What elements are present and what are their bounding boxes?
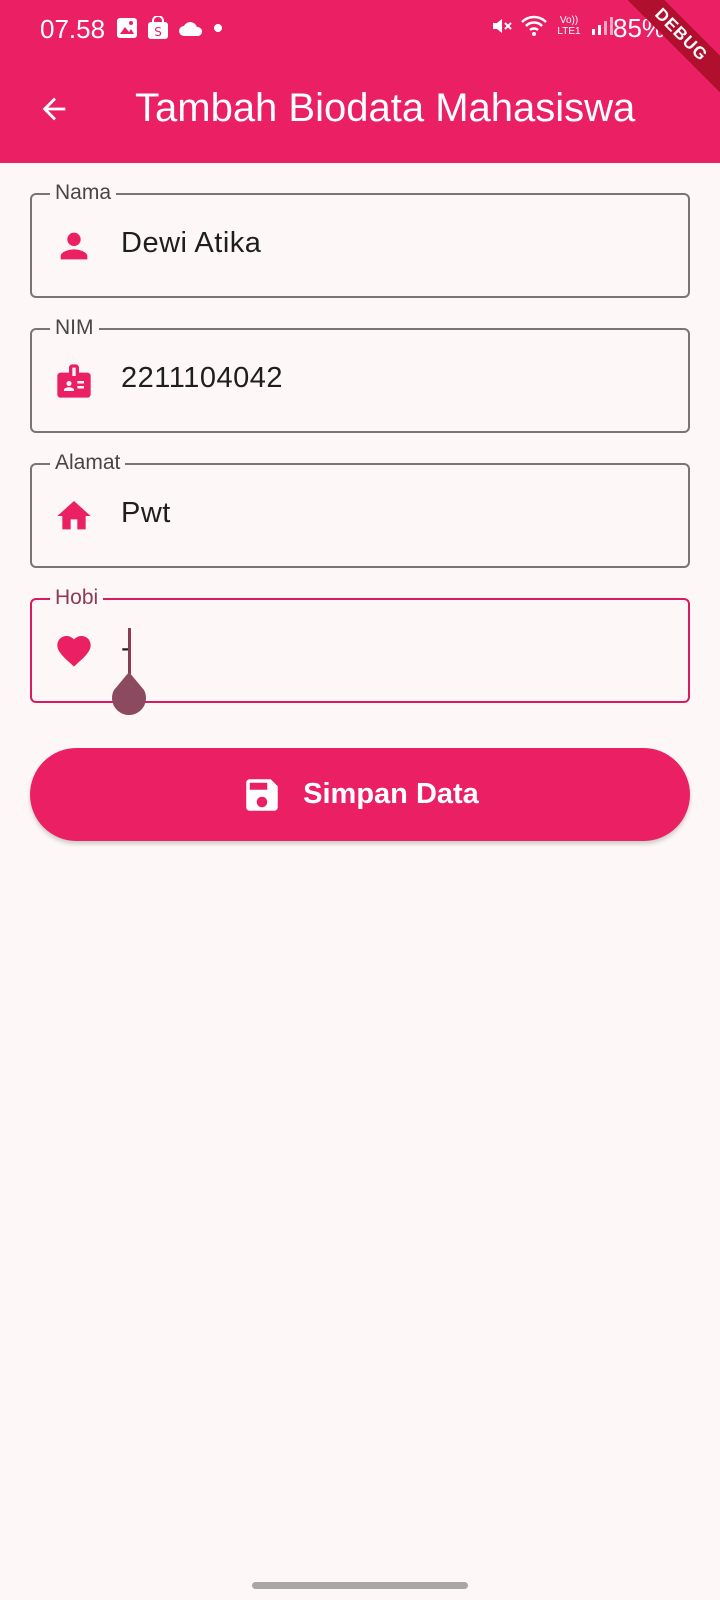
cloud-icon (179, 22, 203, 36)
person-icon (60, 232, 88, 260)
heart-icon (57, 636, 91, 667)
nama-input[interactable]: Dewi Atika (121, 227, 261, 260)
status-time: 07.58 (40, 14, 106, 44)
home-indicator[interactable] (252, 1582, 468, 1589)
cursor-handle[interactable] (108, 670, 150, 720)
alamat-label: Alamat (50, 450, 126, 476)
status-bar: 07.58 S Vo)) LTE1 85% (0, 0, 720, 60)
gallery-icon (117, 18, 137, 38)
page-title: Tambah Biodata Mahasiswa (135, 86, 636, 130)
nama-field[interactable]: Nama Dewi Atika (30, 180, 690, 298)
nim-field[interactable]: NIM 2211104042 (30, 315, 690, 433)
dot-icon (214, 24, 222, 32)
notification-icons: S (116, 16, 223, 40)
save-button[interactable]: Simpan Data (30, 748, 690, 841)
text-cursor (128, 628, 131, 674)
alamat-field[interactable]: Alamat Pwt (30, 450, 690, 568)
nama-label: Nama (50, 180, 117, 206)
wifi-icon (521, 15, 547, 36)
shop-icon: S (148, 16, 168, 39)
save-icon (246, 778, 278, 811)
badge-icon (57, 364, 91, 398)
signal-icon (592, 17, 613, 35)
save-button-label: Simpan Data (303, 778, 479, 810)
nim-input[interactable]: 2211104042 (121, 362, 283, 395)
home-icon (57, 501, 91, 530)
app-bar: 07.58 S Vo)) LTE1 85% DEBUG Tambah Bioda… (0, 0, 720, 163)
arrow-back-icon (42, 97, 66, 121)
mute-icon (493, 19, 512, 33)
system-icons: Vo)) LTE1 (490, 14, 614, 38)
alamat-input[interactable]: Pwt (121, 497, 171, 530)
hobi-label: Hobi (50, 585, 104, 611)
network-type: Vo)) LTE1 (557, 15, 581, 37)
nim-label: NIM (50, 315, 99, 341)
back-button[interactable] (34, 89, 74, 129)
svg-text:S: S (154, 25, 162, 39)
